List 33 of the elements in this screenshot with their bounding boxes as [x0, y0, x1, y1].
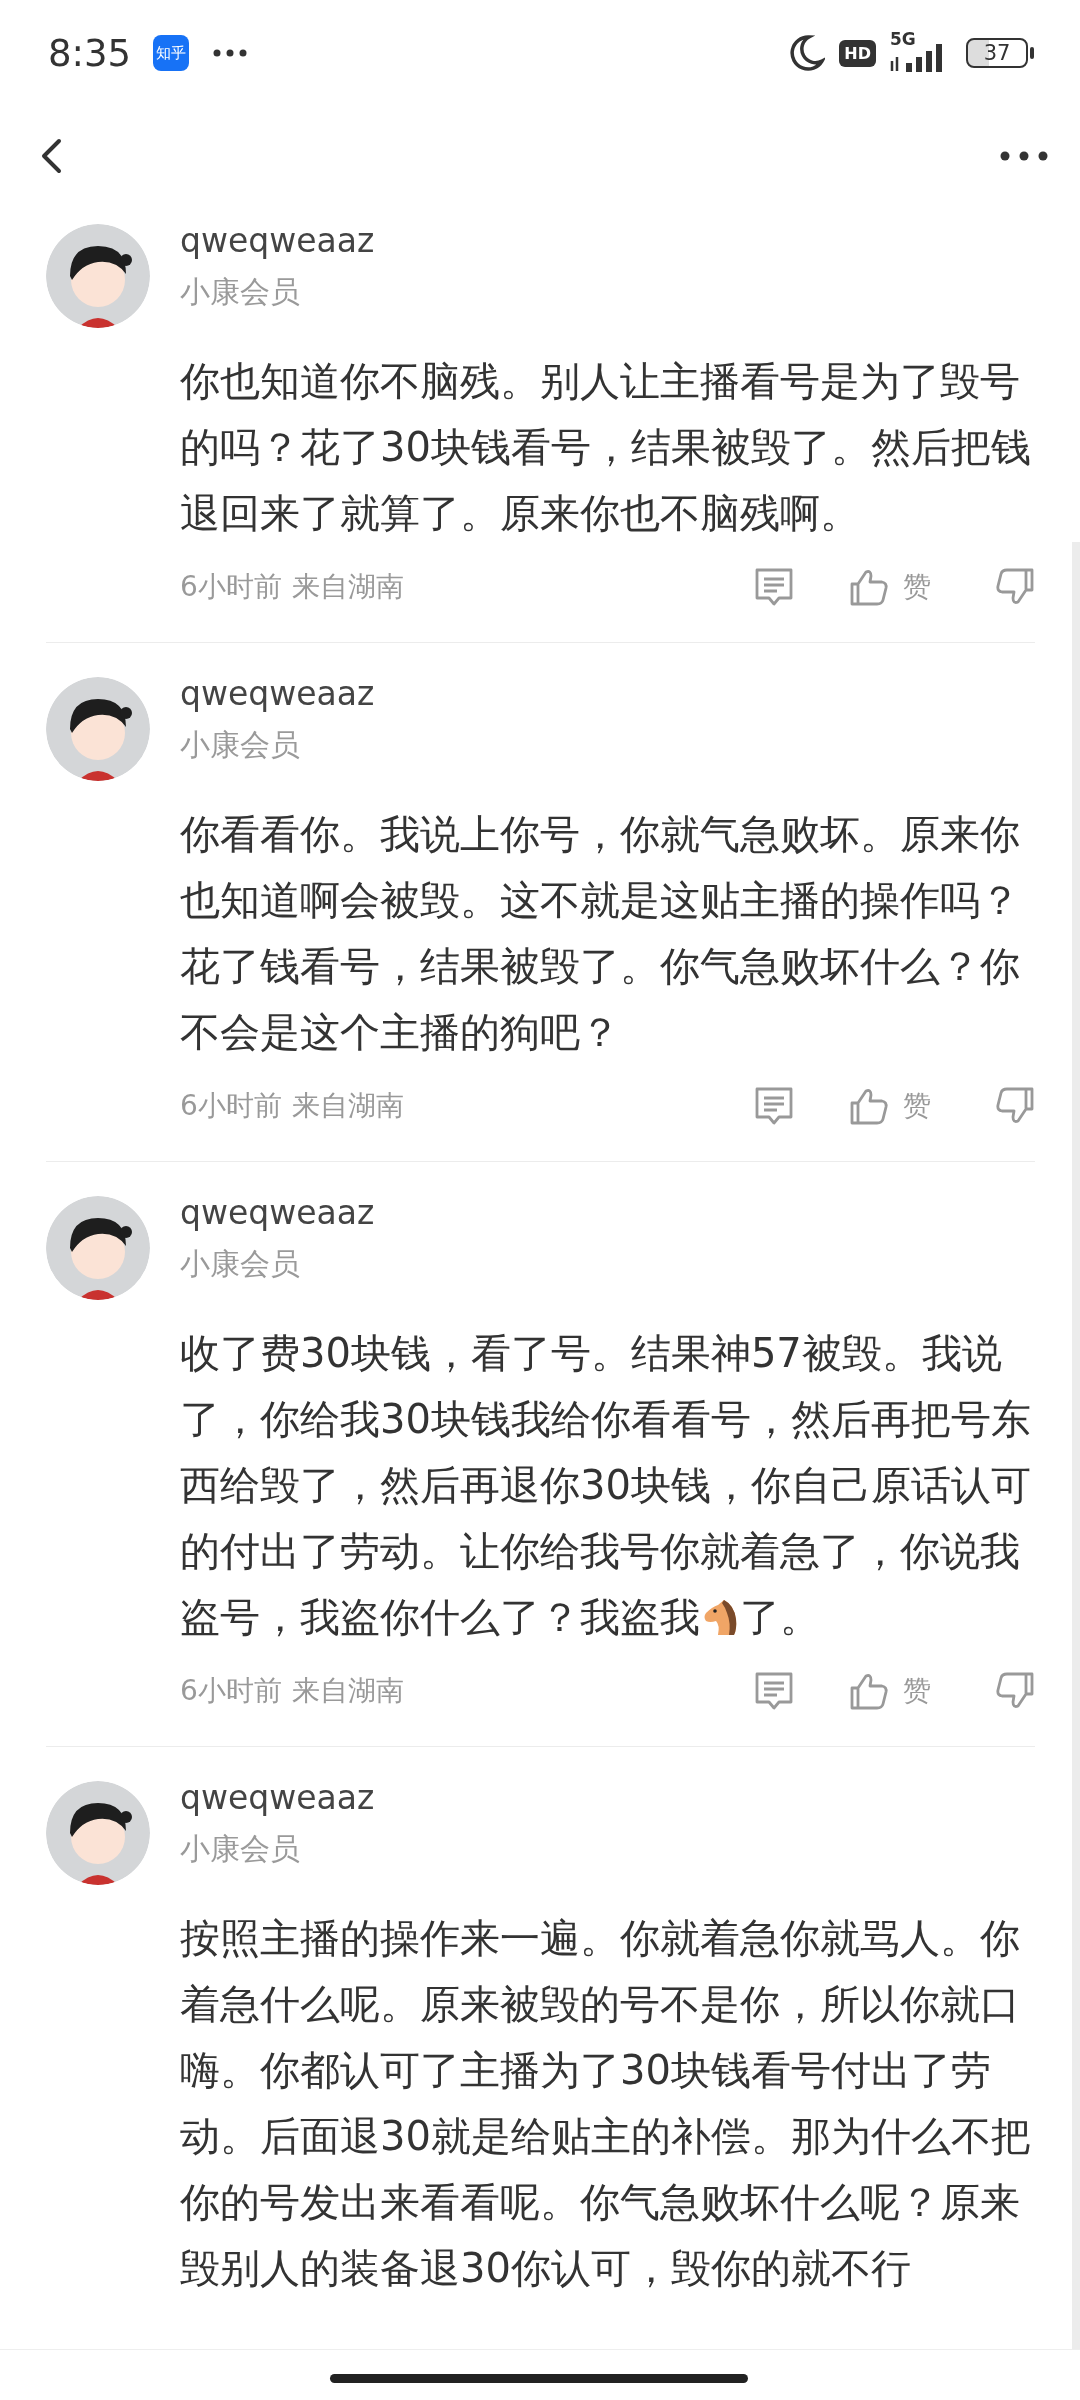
username[interactable]: qweqweaaz — [180, 1184, 375, 1242]
member-label: 小康会员 — [180, 273, 301, 311]
network-label: 5G — [890, 29, 916, 49]
comment-icon[interactable] — [753, 1086, 795, 1126]
hd-badge: HD — [839, 39, 876, 67]
member-label: 小康会员 — [180, 1245, 301, 1283]
more-icon — [213, 49, 248, 57]
app-badge: 知乎 — [153, 35, 190, 71]
comment-text: 收了费30块钱，看了号。结果神57被毁。我说了，你给我30块钱我给你看看号，然后再把号东西给毁了，然后再退你30块钱，你自己原话认可的付出了劳动。让你给我号你就着急了，你说我盗号，我盗你什么了？我盗我 了。 — [180, 1329, 1032, 1642]
back-icon[interactable] — [40, 138, 62, 174]
comment-time: 6小时前 — [180, 1088, 282, 1124]
username[interactable]: qweqweaaz — [180, 1769, 375, 1827]
moon-icon — [789, 34, 826, 72]
username[interactable]: qweqweaaz — [180, 665, 375, 723]
comment-time: 6小时前 — [180, 569, 282, 605]
comment-text: 按照主播的操作来一遍。你就着急你就骂人。你着急什么呢。原来被毁的号不是你，所以你就口嗨。你都认可了主播为了30块钱看号付出了劳动。后面退30就是给贴主的补偿。那为什么不把你的号发出来看看呢。你气急败坏什么呢？原来毁别人的装备退30你认可，毁你的就不行 — [180, 1914, 1032, 2293]
comment-location: 来自湖南 — [291, 1088, 404, 1124]
more-icon[interactable] — [1000, 151, 1048, 161]
dislike-icon[interactable] — [995, 1672, 1035, 1710]
comment-text: 你看看你。我说上你号，你就气急败坏。原来你也知道啊会被毁。这不就是这贴主播的操作吗？花了钱看号，结果被毁了。你气急败坏什么？你不会是这个主播的狗吧？ — [180, 810, 1021, 1057]
comment-icon[interactable] — [753, 567, 795, 607]
dislike-icon[interactable] — [995, 568, 1035, 606]
battery-icon: 37 — [966, 38, 1028, 68]
dislike-icon[interactable] — [995, 1087, 1035, 1125]
comment-icon[interactable] — [753, 1671, 795, 1711]
status-time: 8:35 — [48, 31, 132, 75]
comment-location: 来自湖南 — [291, 569, 404, 605]
username[interactable]: qweqweaaz — [180, 212, 375, 270]
member-label: 小康会员 — [180, 1830, 301, 1868]
comment-text: 你也知道你不脑残。别人让主播看号是为了毁号的吗？花了30块钱看号，结果被毁了。然后把钱退回来了就算了。原来你也不脑残啊。 — [180, 357, 1032, 538]
comment-location: 来自湖南 — [291, 1673, 404, 1709]
member-label: 小康会员 — [180, 726, 301, 764]
comment-time: 6小时前 — [180, 1673, 282, 1709]
